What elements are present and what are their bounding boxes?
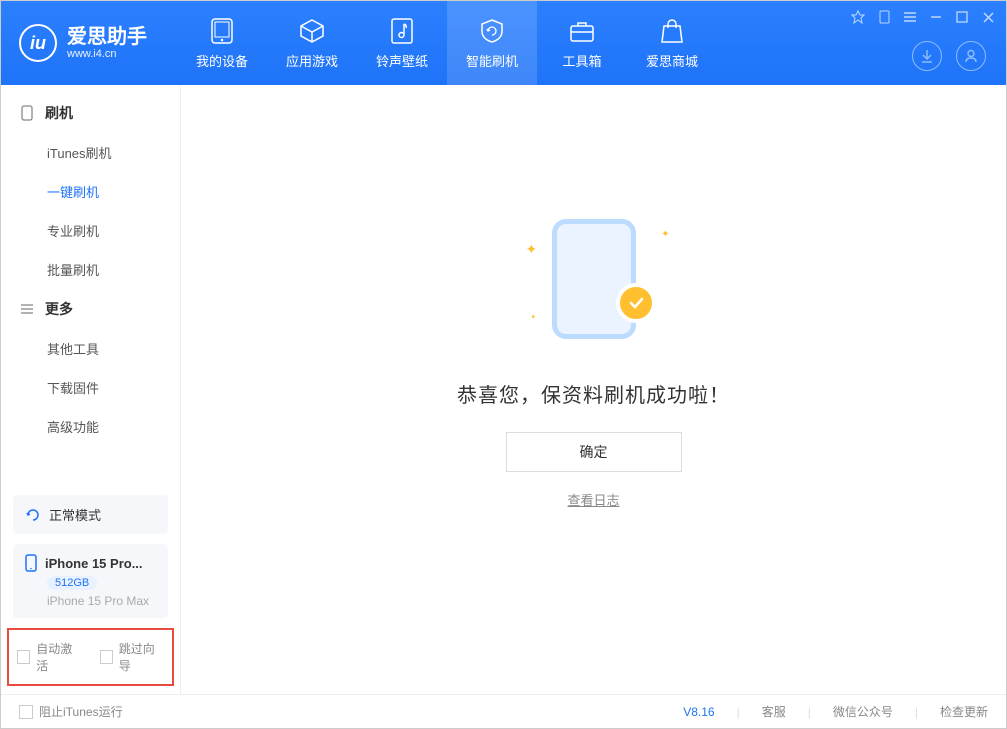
sidebar-group-more: 更多: [1, 289, 180, 329]
shopping-bag-icon: [658, 17, 686, 45]
menu-icon[interactable]: [902, 9, 918, 25]
nav-label: 智能刷机: [466, 51, 518, 70]
nav-my-device[interactable]: 我的设备: [177, 1, 267, 85]
sidebar-item-pro-flash[interactable]: 专业刷机: [1, 211, 180, 250]
app-title: 爱思助手: [67, 26, 147, 48]
maximize-button[interactable]: [954, 9, 970, 25]
sparkle-icon: •: [532, 312, 536, 323]
main-content: ✦ ✦ • 恭喜您，保资料刷机成功啦！ 确定 查看日志: [181, 85, 1006, 694]
success-message: 恭喜您，保资料刷机成功啦！: [457, 379, 730, 408]
device-card[interactable]: iPhone 15 Pro... 512GB iPhone 15 Pro Max: [13, 544, 168, 618]
sparkle-icon: ✦: [526, 241, 538, 258]
top-nav: 我的设备 应用游戏 铃声壁纸 智能刷机: [177, 1, 717, 85]
nav-label: 爱思商城: [646, 51, 698, 70]
nav-apps-games[interactable]: 应用游戏: [267, 1, 357, 85]
device-full-name: iPhone 15 Pro Max: [47, 594, 156, 608]
nav-toolbox[interactable]: 工具箱: [537, 1, 627, 85]
header: iu 爱思助手 www.i4.cn 我的设备 应用游戏: [1, 1, 1006, 85]
device-name: iPhone 15 Pro...: [45, 556, 143, 571]
nav-label: 工具箱: [562, 51, 601, 70]
toolbox-icon: [568, 17, 596, 45]
sidebar-item-oneclick-flash[interactable]: 一键刷机: [1, 172, 180, 211]
cube-icon: [298, 17, 326, 45]
theme-icon[interactable]: [850, 9, 866, 25]
check-update-link[interactable]: 检查更新: [940, 703, 988, 720]
sidebar-item-batch-flash[interactable]: 批量刷机: [1, 250, 180, 289]
group-label: 更多: [45, 299, 73, 319]
checkbox-label: 自动激活: [36, 640, 81, 674]
nav-label: 铃声壁纸: [376, 51, 428, 70]
account-button[interactable]: [956, 41, 986, 71]
view-log-link[interactable]: 查看日志: [567, 490, 619, 509]
storage-badge: 512GB: [47, 576, 97, 590]
checkbox-skip-wizard[interactable]: 跳过向导: [100, 640, 165, 674]
wechat-link[interactable]: 微信公众号: [833, 703, 893, 720]
nav-label: 我的设备: [196, 51, 248, 70]
app-logo-icon: iu: [19, 24, 57, 62]
refresh-shield-icon: [478, 17, 506, 45]
sparkle-icon: ✦: [661, 229, 669, 240]
music-icon: [388, 17, 416, 45]
checkbox-icon: [100, 650, 113, 664]
checkbox-label: 跳过向导: [119, 640, 164, 674]
checkbox-auto-activate[interactable]: 自动激活: [17, 640, 82, 674]
nav-smart-flash[interactable]: 智能刷机: [447, 1, 537, 85]
more-icon: [19, 301, 35, 317]
phone-icon: [19, 105, 35, 121]
checkbox-icon: [17, 650, 30, 664]
close-button[interactable]: [980, 9, 996, 25]
support-link[interactable]: 客服: [762, 703, 786, 720]
version-label: V8.16: [683, 705, 714, 719]
nav-store[interactable]: 爱思商城: [627, 1, 717, 85]
highlight-options: 自动激活 跳过向导: [7, 628, 174, 686]
status-label: 正常模式: [49, 505, 101, 524]
device-mode-status[interactable]: 正常模式: [13, 495, 168, 534]
skin-icon[interactable]: [876, 9, 892, 25]
logo-area: iu 爱思助手 www.i4.cn: [1, 1, 165, 85]
checkbox-icon: [19, 705, 33, 719]
nav-ringtone-wallpaper[interactable]: 铃声壁纸: [357, 1, 447, 85]
nav-label: 应用游戏: [286, 51, 338, 70]
download-button[interactable]: [912, 41, 942, 71]
checkbox-label: 阻止iTunes运行: [39, 703, 123, 720]
window-controls: [850, 9, 996, 25]
phone-icon: [25, 554, 37, 572]
device-icon: [208, 17, 236, 45]
group-label: 刷机: [45, 103, 73, 123]
sidebar-item-download-firmware[interactable]: 下载固件: [1, 368, 180, 407]
minimize-button[interactable]: [928, 9, 944, 25]
footer: 阻止iTunes运行 V8.16 | 客服 | 微信公众号 | 检查更新: [1, 694, 1006, 728]
sidebar-item-itunes-flash[interactable]: iTunes刷机: [1, 133, 180, 172]
sidebar-item-advanced[interactable]: 高级功能: [1, 407, 180, 446]
phone-illustration-icon: [552, 219, 636, 339]
sidebar-group-flash: 刷机: [1, 93, 180, 133]
checkbox-block-itunes[interactable]: 阻止iTunes运行: [19, 703, 123, 720]
sidebar: 刷机 iTunes刷机 一键刷机 专业刷机 批量刷机 更多 其他工具 下载固件 …: [1, 85, 181, 694]
refresh-icon: [25, 507, 41, 523]
success-illustration: ✦ ✦ •: [514, 211, 674, 351]
app-subtitle: www.i4.cn: [67, 48, 147, 60]
sidebar-item-other-tools[interactable]: 其他工具: [1, 329, 180, 368]
ok-button[interactable]: 确定: [506, 432, 682, 472]
success-check-icon: [616, 283, 656, 323]
